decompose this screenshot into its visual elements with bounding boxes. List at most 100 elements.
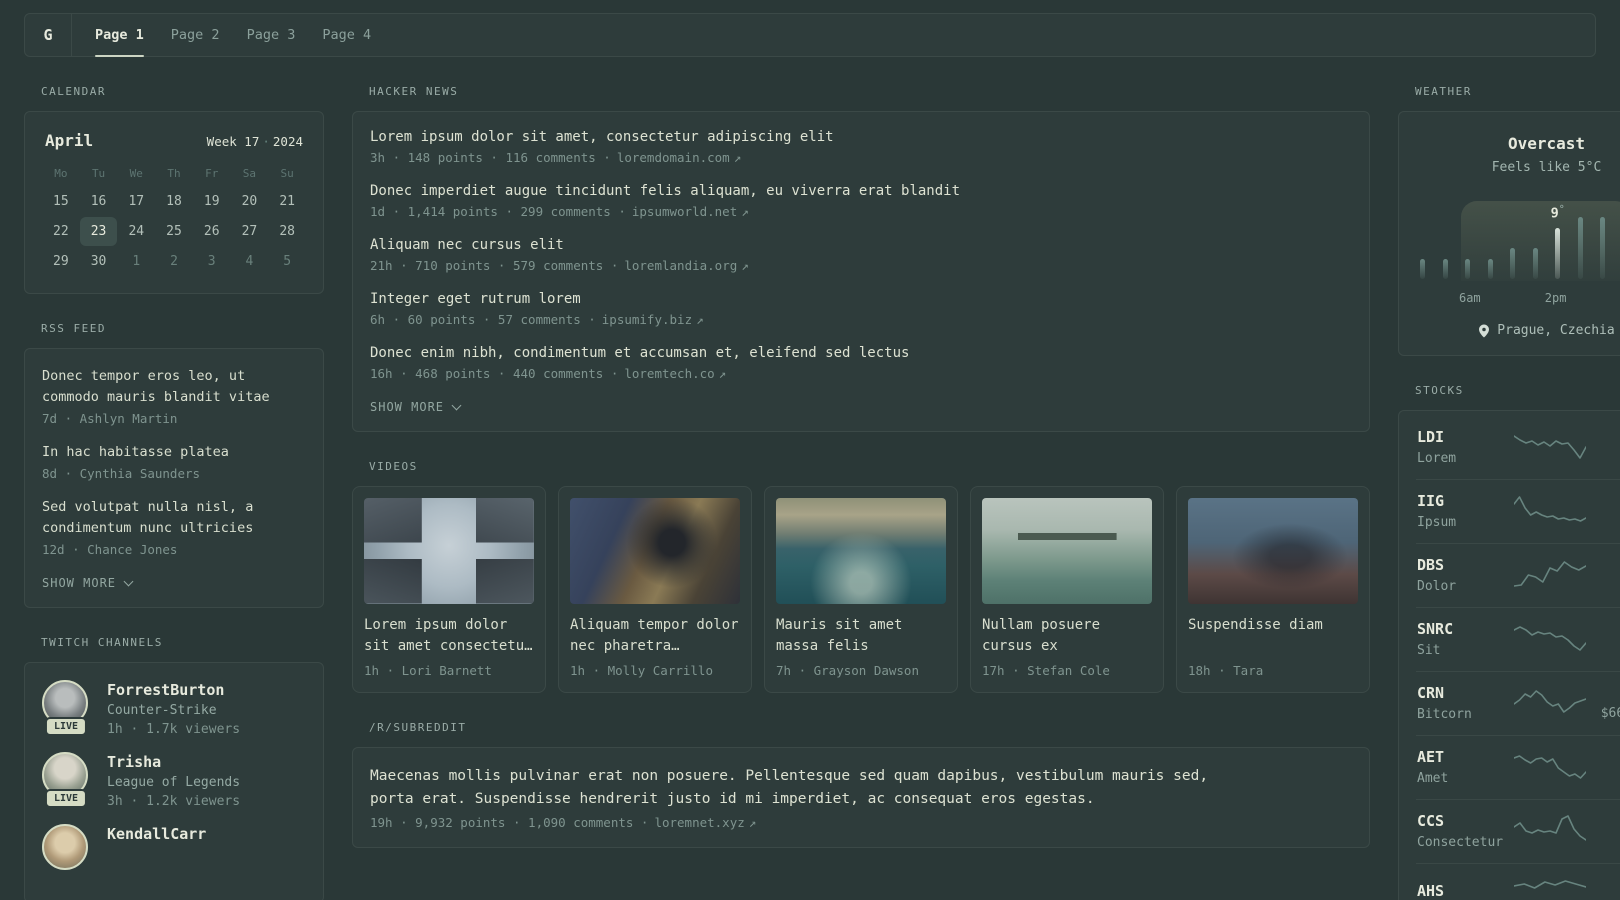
stock-symbol: CCS [1417, 812, 1445, 830]
hn-story-title[interactable]: Aliquam nec cursus elit [370, 237, 1352, 253]
tab-page-3[interactable]: Page 3 [247, 14, 296, 56]
hn-story-title[interactable]: Lorem ipsum dolor sit amet, consectetur … [370, 129, 1352, 145]
calendar-day: 21 [279, 194, 295, 209]
video-thumbnail[interactable] [364, 498, 534, 604]
stock-sparkline [1514, 876, 1586, 900]
weather-card: Overcast Feels like 5°C 9° 6am 2pm Pragu… [1398, 111, 1620, 356]
hn-story-stats: 6h · 60 points · 57 comments · [370, 312, 596, 327]
twitch-channel-name[interactable]: KendallCarr [107, 824, 206, 843]
video-thumbnail[interactable] [570, 498, 740, 604]
twitch-channel-game[interactable]: Counter-Strike [107, 703, 240, 718]
video-title[interactable]: Mauris sit amet massa felis [776, 615, 946, 657]
tab-page-1[interactable]: Page 1 [95, 14, 144, 57]
weather-bar [1465, 259, 1471, 279]
tab-page-2[interactable]: Page 2 [171, 14, 220, 56]
weather-bar [1577, 217, 1583, 279]
rss-widget-label: RSS FEED [41, 322, 106, 335]
stock-sparkline [1514, 686, 1586, 720]
tab-page-4[interactable]: Page 4 [322, 14, 371, 56]
external-link-icon: ↗ [718, 366, 727, 381]
video-title[interactable]: Nullam posuere cursus ex [982, 615, 1152, 657]
calendar-day-next-month: 3 [207, 254, 216, 269]
reddit-post-domain: loremnet.xyz [654, 815, 745, 831]
weather-hourly-chart: 9° [1420, 201, 1620, 281]
app-logo[interactable]: G [25, 14, 72, 56]
weekday-label: Su [280, 167, 294, 180]
rss-item-meta: 12d · Chance Jones [42, 541, 178, 557]
video-thumbnail[interactable] [982, 498, 1152, 604]
stock-price: $42.04 [1586, 514, 1620, 529]
video-thumbnail[interactable] [1188, 498, 1358, 604]
stock-row[interactable]: SNRC Sit +1.36% $148.64 [1416, 608, 1620, 672]
twitch-widget: TWITCH CHANNELS LIVE ForrestBurton Count… [24, 636, 324, 900]
stock-id: CRN Bitcorn [1417, 684, 1514, 722]
video-title[interactable]: Suspendisse diam [1188, 615, 1358, 657]
twitch-channel-row[interactable]: LIVE Trisha League of Legends 3h · 1.2k … [42, 751, 306, 809]
twitch-channel-name[interactable]: Trisha [107, 752, 240, 771]
stock-price: $499.72 [1586, 770, 1620, 785]
external-link-icon: ↗ [733, 150, 742, 165]
calendar-widget-label: CALENDAR [41, 85, 106, 98]
rss-item-title[interactable]: Sed volutpat nulla nisl, a condimentum n… [42, 497, 306, 539]
hn-story-title[interactable]: Donec imperdiet augue tincidunt felis al… [370, 183, 1352, 199]
hn-story-domain-link[interactable]: loremtech.co ↗ [624, 366, 726, 381]
video-thumbnail[interactable] [776, 498, 946, 604]
stock-values: +0.46% [1586, 883, 1620, 900]
stock-price: $66,171.48 [1600, 706, 1620, 721]
rss-item-title[interactable]: In hac habitasse platea [42, 442, 306, 463]
reddit-post: Maecenas mollis pulvinar erat non posuer… [370, 765, 1352, 830]
hn-story-domain-link[interactable]: loremdomain.com ↗ [617, 150, 741, 165]
weather-bar [1532, 248, 1538, 279]
stocks-widget: STOCKS LDI Lorem +4.35% $795.18 IIG Ipsum +… [1398, 384, 1620, 900]
hn-story-title[interactable]: Donec enim nibh, condimentum et accumsan… [370, 345, 1352, 361]
video-meta: 17h · Stefan Cole [982, 663, 1110, 678]
weather-location[interactable]: Prague, Czechia [1416, 323, 1620, 338]
stock-price: $156.28 [1586, 578, 1620, 593]
twitch-channel-game[interactable]: League of Legends [107, 775, 240, 790]
video-card: Mauris sit amet massa felis 7h · Grayson… [764, 486, 958, 693]
stock-symbol: AHS [1417, 881, 1445, 900]
current-temp-value: 9 [1550, 205, 1559, 222]
video-meta: 1h · Lori Barnett [364, 663, 492, 678]
stock-change: +0.51% [1586, 813, 1620, 829]
videos-row: Lorem ipsum dolor sit amet consectetu… 1… [352, 486, 1370, 693]
stock-symbol: LDI [1417, 428, 1445, 446]
video-title[interactable]: Lorem ipsum dolor sit amet consectetu… [364, 615, 534, 657]
hacker-news-widget: HACKER NEWS Lorem ipsum dolor sit amet, … [352, 85, 1370, 432]
reddit-post-title[interactable]: Maecenas mollis pulvinar erat non posuer… [370, 765, 1218, 811]
hn-story-domain-link[interactable]: ipsumworld.net ↗ [632, 204, 749, 219]
twitch-channel-row[interactable]: LIVE ForrestBurton Counter-Strike 1h · 1… [42, 679, 306, 737]
rss-item-title[interactable]: Donec tempor eros leo, ut commodo mauris… [42, 366, 306, 408]
stock-name: Bitcorn [1417, 707, 1472, 722]
twitch-channel-row[interactable]: KendallCarr [42, 823, 306, 870]
stock-row[interactable]: AHS +0.46% [1416, 864, 1620, 900]
stock-id: AET Amet [1417, 748, 1514, 786]
stock-values: +1.36% $148.64 [1586, 621, 1620, 657]
hn-story-stats: 21h · 710 points · 579 comments · [370, 258, 619, 273]
calendar-day: 27 [241, 224, 258, 239]
twitch-avatar-wrap: LIVE [42, 679, 90, 737]
stock-row[interactable]: CCS Consectetur +0.51% $165.84 [1416, 800, 1620, 864]
live-badge: LIVE [44, 716, 88, 736]
hn-story-domain-link[interactable]: loremlandia.org ↗ [624, 258, 748, 273]
twitch-channel-name[interactable]: ForrestBurton [107, 680, 240, 699]
video-card: Lorem ipsum dolor sit amet consectetu… 1… [352, 486, 546, 693]
video-title[interactable]: Aliquam tempor dolor nec pharetra… [570, 615, 740, 657]
stock-row[interactable]: DBS Dolor +1.42% $156.28 [1416, 544, 1620, 608]
stock-row[interactable]: LDI Lorem +4.35% $795.18 [1416, 416, 1620, 480]
weekday-label: Th [167, 167, 181, 180]
stock-sparkline [1514, 430, 1586, 464]
reddit-post-domain-link[interactable]: loremnet.xyz ↗ [654, 815, 756, 830]
hn-show-more-button[interactable]: SHOW MORE [370, 400, 1352, 414]
stock-row[interactable]: CRN Bitcorn -1.00% $66,171.48 [1416, 672, 1620, 736]
rss-show-more-button[interactable]: SHOW MORE [42, 576, 306, 590]
calendar-day-next-month: 4 [245, 254, 254, 269]
stock-symbol: AET [1417, 748, 1445, 766]
stock-change: +0.46% [1586, 883, 1620, 899]
hn-story-title[interactable]: Integer eget rutrum lorem [370, 291, 1352, 307]
subreddit-widget: /R/SUBREDDIT Maecenas mollis pulvinar er… [352, 721, 1370, 849]
hn-story: Donec imperdiet augue tincidunt felis al… [370, 183, 1352, 219]
hn-story-domain-link[interactable]: ipsumify.biz ↗ [602, 312, 704, 327]
stock-row[interactable]: IIG Ipsum +2.84% $42.04 [1416, 480, 1620, 544]
stock-row[interactable]: AET Amet +0.92% $499.72 [1416, 736, 1620, 800]
